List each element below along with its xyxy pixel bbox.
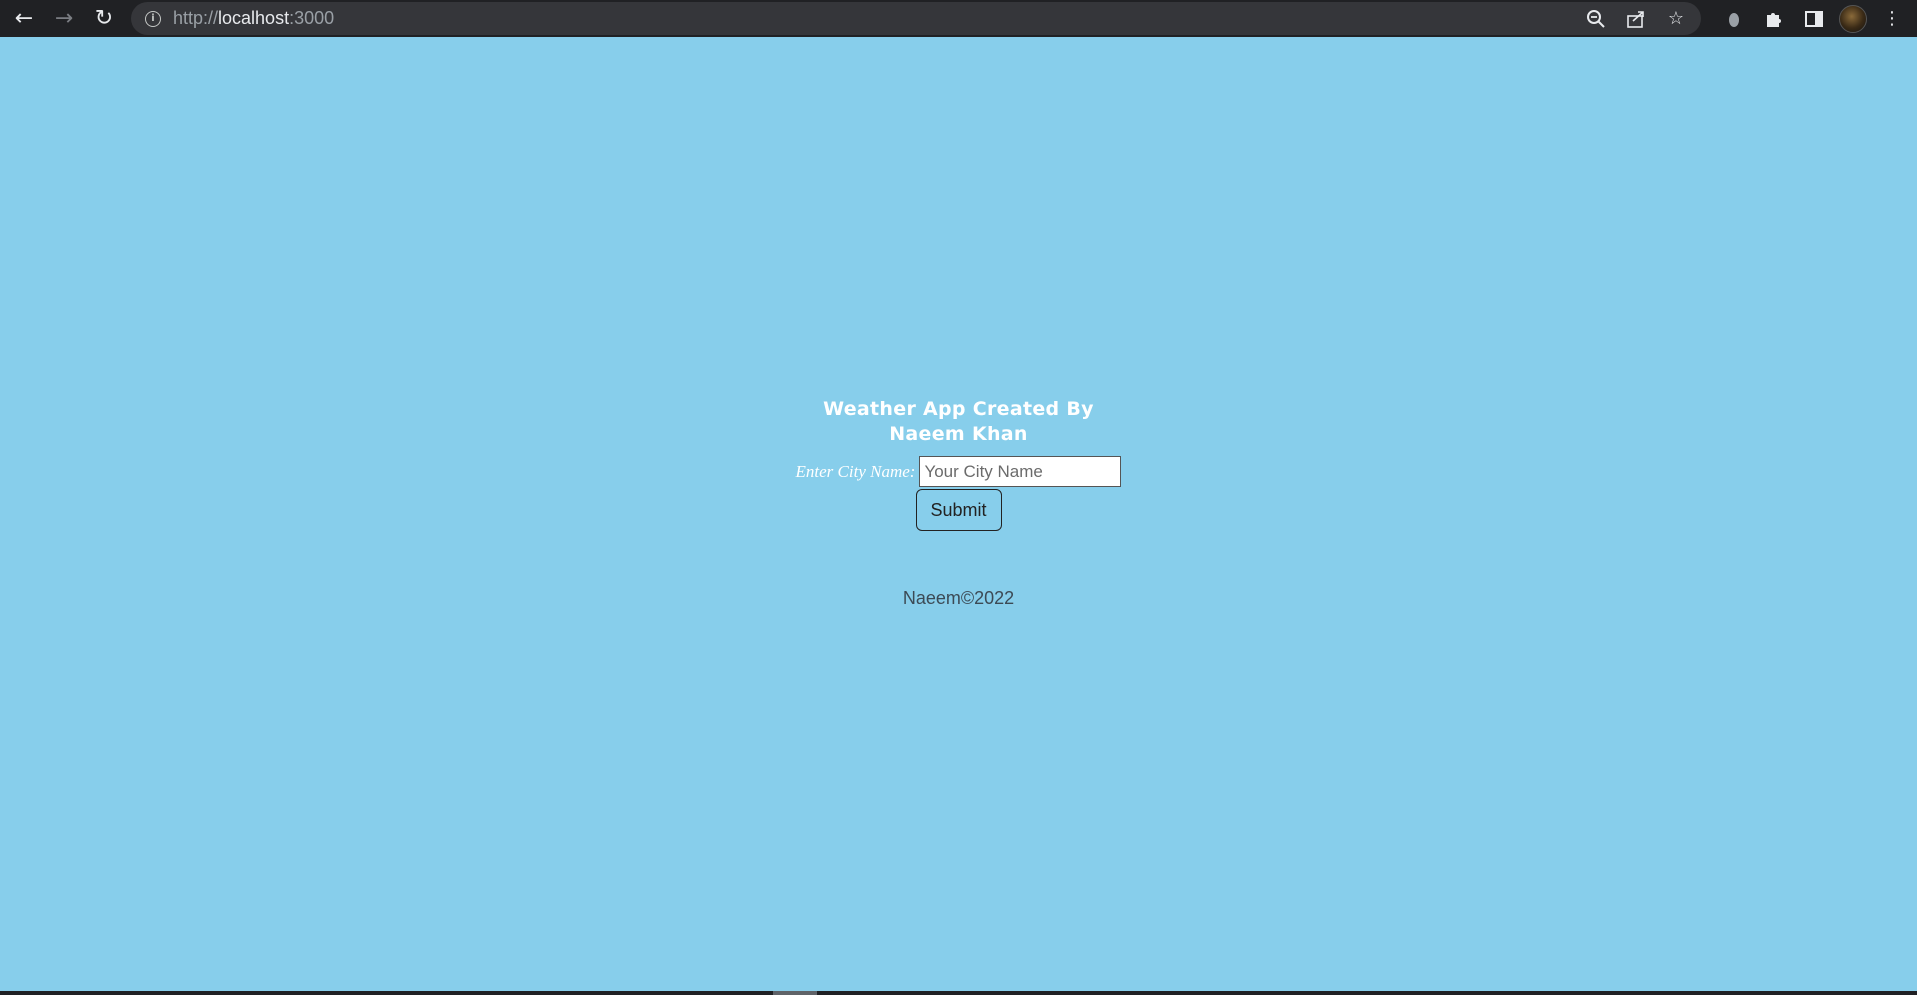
star-icon[interactable]: ☆ <box>1661 4 1691 34</box>
address-bar[interactable]: i http://localhost:3000 ☆ <box>131 2 1701 35</box>
share-icon[interactable] <box>1621 4 1651 34</box>
back-icon[interactable]: ← <box>4 0 44 37</box>
city-form-row: Enter City Name: <box>796 456 1122 487</box>
submit-button[interactable]: Submit <box>915 489 1002 531</box>
omnibox-actions: ☆ <box>1581 2 1691 35</box>
page-title: Weather App Created By Naeem Khan <box>799 397 1119 447</box>
extension-icon[interactable] <box>1719 4 1749 34</box>
puzzle-icon[interactable] <box>1759 4 1789 34</box>
url-text[interactable]: http://localhost:3000 <box>173 8 334 29</box>
browser-toolbar: ← → ↻ i http://localhost:3000 ☆ ⋮ <box>0 0 1917 37</box>
page-body: Weather App Created By Naeem Khan Enter … <box>0 37 1917 991</box>
zoom-icon[interactable] <box>1581 4 1611 34</box>
browser-extensions: ⋮ <box>1719 0 1907 37</box>
url-port: :3000 <box>289 8 335 28</box>
weather-form-container: Weather App Created By Naeem Khan Enter … <box>0 397 1917 609</box>
info-icon[interactable]: i <box>145 10 161 27</box>
title-line-2: Naeem Khan <box>889 423 1028 445</box>
url-scheme: http:// <box>173 8 219 28</box>
scrollbar-thumb[interactable] <box>773 991 817 995</box>
reload-icon[interactable]: ↻ <box>84 0 124 37</box>
city-input[interactable] <box>919 456 1122 487</box>
footer-text: Naeem©2022 <box>902 588 1015 608</box>
bottom-scrollbar-track <box>0 991 1917 995</box>
profile-avatar[interactable] <box>1839 4 1867 33</box>
menu-icon[interactable]: ⋮ <box>1877 4 1907 34</box>
forward-icon[interactable]: → <box>44 0 84 37</box>
url-host: localhost <box>218 8 290 28</box>
side-panel-icon[interactable] <box>1799 4 1829 34</box>
city-label: Enter City Name: <box>795 461 916 481</box>
title-line-1: Weather App Created By <box>823 398 1094 420</box>
